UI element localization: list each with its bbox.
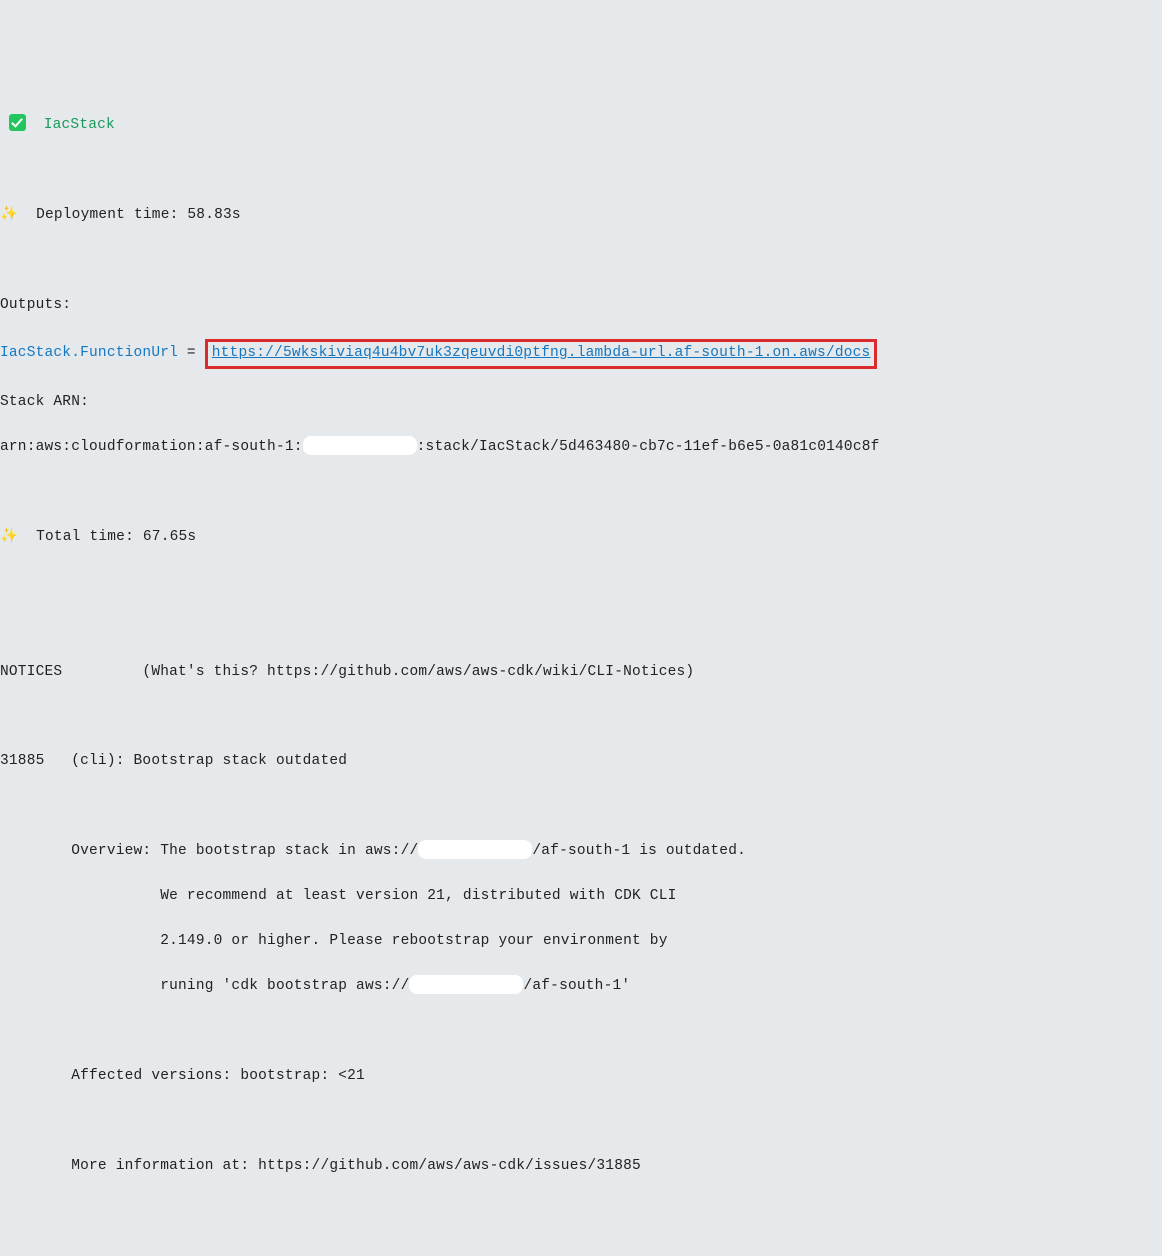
blank-line (0, 1110, 1162, 1132)
notice-overview-3: 2.149.0 or higher. Please rebootstrap yo… (0, 930, 1162, 952)
blank-line (0, 481, 1162, 503)
blank-line (0, 706, 1162, 728)
blank-line (0, 1200, 1162, 1222)
arn-suffix: :stack/IacStack/5d463480-cb7c-11ef-b6e5-… (417, 439, 880, 455)
highlighted-url-box: https://5wkskiviaq4u4bv7uk3zqeuvdi0ptfng… (205, 339, 878, 368)
deployment-time-line: ✨ Deployment time: 58.83s (0, 204, 1162, 226)
stack-arn-label: Stack ARN: (0, 391, 1162, 413)
overview-text-1a: Overview: The bootstrap stack in aws:// (0, 843, 418, 859)
function-url-link[interactable]: https://5wkskiviaq4u4bv7uk3zqeuvdi0ptfng… (212, 345, 871, 361)
blank-line (0, 159, 1162, 181)
notice-overview-1: Overview: The bootstrap stack in aws:// /… (0, 840, 1162, 862)
outputs-label: Outputs: (0, 294, 1162, 316)
check-icon (9, 114, 26, 131)
redacted-account-id (303, 436, 417, 455)
notice-overview-4: runing 'cdk bootstrap aws:// /af-south-1' (0, 975, 1162, 997)
deployment-time-label: Deployment time: (18, 207, 187, 223)
terminal-output: IacStack ✨ Deployment time: 58.83s Outpu… (0, 90, 1162, 1256)
total-time-value: 67.65s (143, 529, 196, 545)
overview-text-1b: /af-south-1 is outdated. (532, 843, 746, 859)
overview-text-4b: /af-south-1' (523, 978, 630, 994)
sparkle-icon: ✨ (0, 529, 18, 545)
blank-line (0, 249, 1162, 271)
notices-header: NOTICES (What's this? https://github.com… (0, 661, 1162, 683)
total-time-label: Total time: (18, 529, 143, 545)
blank-line (0, 795, 1162, 817)
sparkle-icon: ✨ (0, 207, 18, 223)
overview-text-4a: runing 'cdk bootstrap aws:// (0, 978, 409, 994)
arn-prefix: arn:aws:cloudformation:af-south-1: (0, 439, 303, 455)
stack-name: IacStack (44, 117, 115, 133)
deployment-time-value: 58.83s (187, 207, 240, 223)
blank-line (0, 616, 1162, 638)
blank-line (0, 571, 1162, 593)
blank-line (0, 1245, 1162, 1256)
output-equals: = (178, 345, 205, 361)
notice-overview-2: We recommend at least version 21, distri… (0, 885, 1162, 907)
redacted-account-id (409, 975, 523, 994)
output-key: IacStack.FunctionUrl (0, 345, 178, 361)
total-time-line: ✨ Total time: 67.65s (0, 526, 1162, 548)
notice-id-line: 31885 (cli): Bootstrap stack outdated (0, 750, 1162, 772)
more-info-line: More information at: https://github.com/… (0, 1155, 1162, 1177)
stack-status-line: IacStack (0, 114, 1162, 136)
blank-line (0, 1020, 1162, 1042)
stack-arn-line: arn:aws:cloudformation:af-south-1: :stack… (0, 436, 1162, 458)
redacted-account-id (418, 840, 532, 859)
affected-versions-line: Affected versions: bootstrap: <21 (0, 1065, 1162, 1087)
output-function-url-line: IacStack.FunctionUrl = https://5wkskivia… (0, 339, 1162, 368)
